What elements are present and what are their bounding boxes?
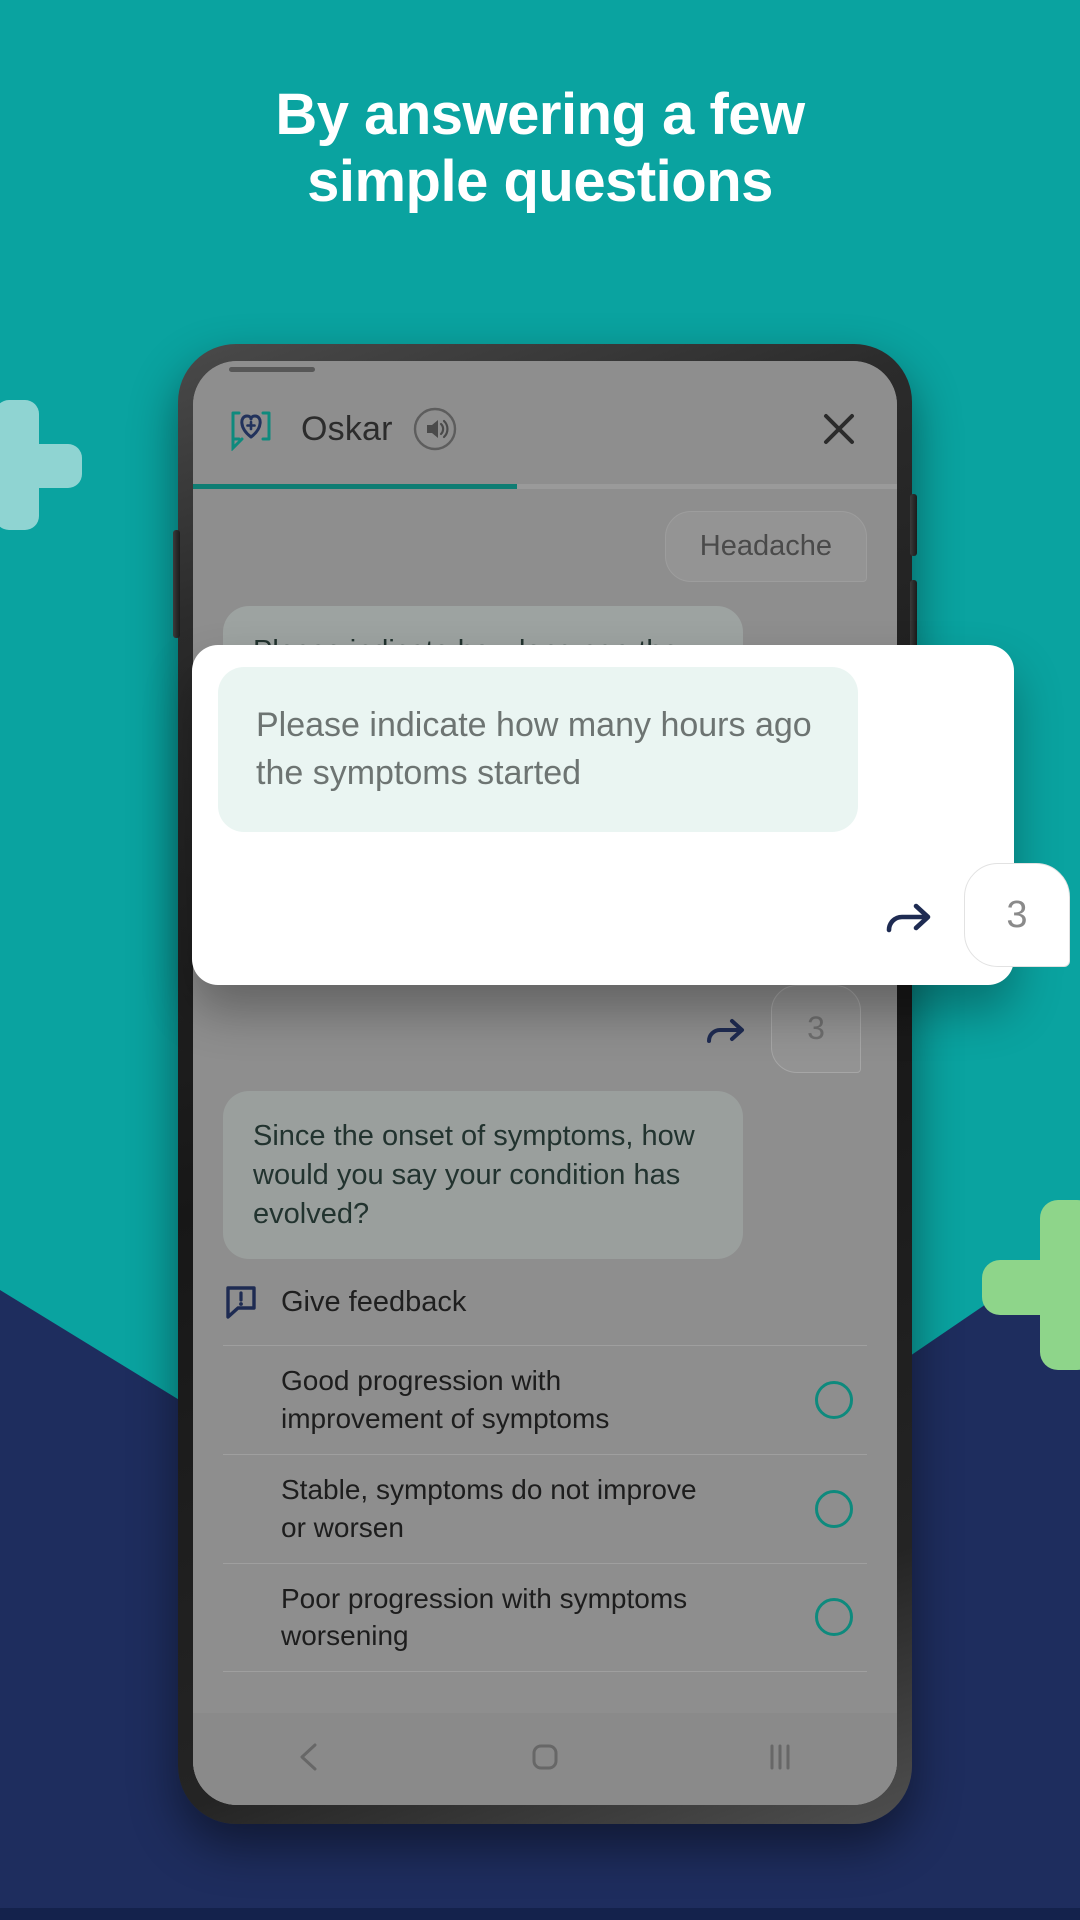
close-icon[interactable] — [817, 407, 861, 451]
decorative-plus-right-icon — [982, 1200, 1080, 1370]
background-navy-strip — [0, 1908, 1080, 1920]
android-navigation-bar — [193, 1713, 897, 1805]
option-label: Poor progression with symptoms worsening — [281, 1582, 688, 1652]
give-feedback-row[interactable]: Give feedback — [225, 1285, 867, 1320]
current-question-bubble: Since the onset of symptoms, how would y… — [223, 1090, 743, 1260]
chat-heart-plus-icon — [229, 407, 275, 452]
headline-line-1: By answering a few — [275, 82, 805, 147]
phone-screen: Oskar Headache 3 Since the onset of symp… — [193, 361, 897, 1805]
app-screen: Oskar Headache 3 Since the onset of symp… — [193, 361, 897, 1805]
options-list: Good progression with improvement of sym… — [223, 1345, 867, 1673]
option-row[interactable]: Stable, symptoms do not improve or worse… — [223, 1455, 867, 1564]
phone-volume-button — [173, 530, 180, 638]
back-chevron-icon[interactable] — [293, 1740, 327, 1779]
highlight-modal-card: Please indicate how many hours ago the s… — [192, 645, 1070, 985]
phone-speaker-slit — [229, 367, 315, 372]
answer-number-field[interactable]: 3 — [771, 984, 861, 1073]
headline: By answering a few simple questions — [0, 82, 1080, 215]
option-label: Good progression with improvement of sym… — [281, 1365, 610, 1435]
option-radio[interactable] — [815, 1381, 853, 1420]
option-radio[interactable] — [815, 1598, 853, 1637]
phone-mockup: Oskar Headache 3 Since the onset of symp… — [173, 344, 917, 1824]
modal-number-field[interactable]: 3 — [964, 863, 1070, 967]
headline-line-2: simple questions — [307, 148, 773, 214]
chip-row: Headache — [223, 511, 867, 582]
screenshot-stage: By answering a few simple questions Oska… — [0, 0, 1080, 1920]
enter-arrow-icon[interactable] — [880, 889, 936, 941]
option-radio[interactable] — [815, 1489, 853, 1528]
recents-icon[interactable] — [763, 1740, 797, 1779]
modal-question-bubble: Please indicate how many hours ago the s… — [218, 667, 858, 832]
progress-bar — [193, 484, 897, 489]
option-label: Stable, symptoms do not improve or worse… — [281, 1474, 697, 1543]
app-header: Oskar — [193, 387, 897, 471]
option-row[interactable]: Poor progression with symptoms worsening — [223, 1564, 867, 1673]
phone-button-b — [910, 494, 917, 556]
speaker-icon[interactable] — [413, 407, 457, 451]
modal-answer-row: 3 — [218, 863, 1070, 967]
give-feedback-label: Give feedback — [281, 1285, 467, 1318]
option-row[interactable]: Good progression with improvement of sym… — [223, 1346, 867, 1456]
home-square-icon[interactable] — [528, 1740, 562, 1779]
feedback-alert-icon — [225, 1285, 263, 1320]
enter-arrow-icon[interactable] — [701, 1007, 749, 1051]
symptom-chip-headache[interactable]: Headache — [664, 511, 867, 582]
decorative-plus-left-icon — [0, 400, 82, 530]
answer-entry-row: 3 — [223, 984, 867, 1073]
app-title: Oskar — [301, 409, 393, 448]
progress-bar-fill — [193, 484, 517, 489]
